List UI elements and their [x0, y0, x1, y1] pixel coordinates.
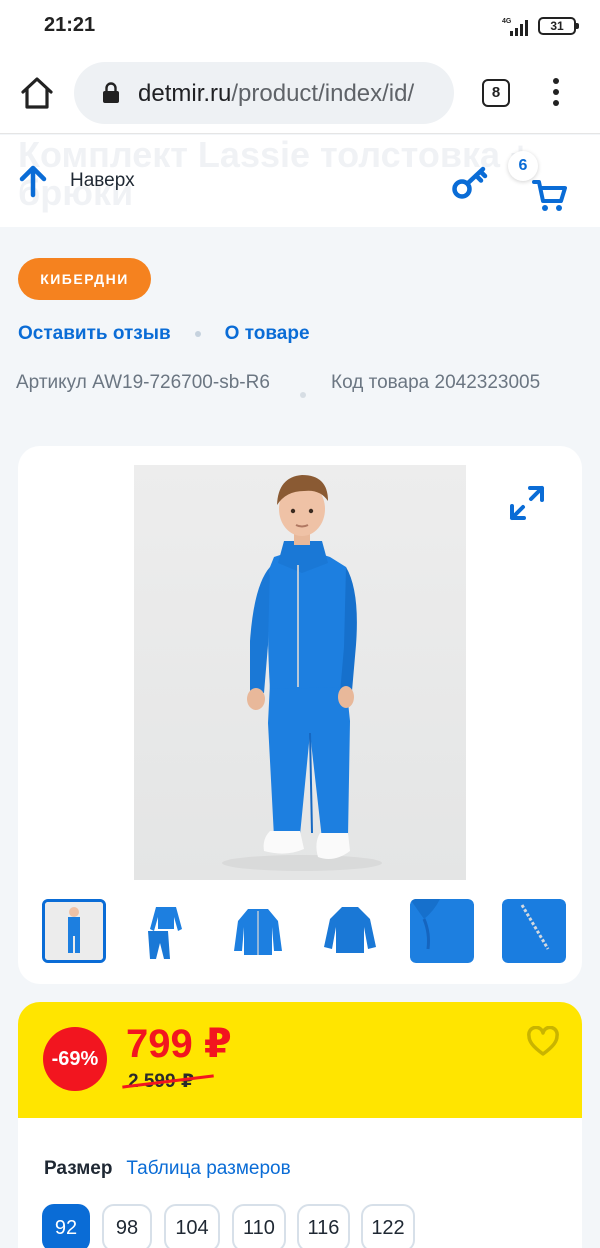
browser-toolbar: detmir.ru/product/index/id/ 8	[0, 52, 600, 134]
home-icon[interactable]	[18, 74, 56, 112]
thumbnail-image	[148, 907, 182, 959]
size-header: Размер Таблица размеров	[44, 1158, 291, 1180]
url-host: detmir.ru	[138, 80, 232, 107]
product-actions: Оставить отзыв О товаре	[18, 322, 310, 346]
thumbnail-4[interactable]	[318, 899, 382, 963]
scroll-to-top-button[interactable]: Наверх	[18, 163, 135, 199]
url-path: /product/index/id/	[231, 80, 415, 107]
article-number: Артикул AW19-726700-sb-R6	[16, 372, 270, 393]
discount-badge: -69%	[43, 1027, 107, 1091]
product-gallery	[18, 446, 582, 984]
thumbnail-image	[234, 909, 282, 955]
address-bar[interactable]: detmir.ru/product/index/id/	[74, 62, 454, 124]
battery-icon: 31	[538, 17, 579, 35]
lock-icon	[103, 82, 119, 103]
size-option[interactable]: 110	[232, 1204, 286, 1248]
size-title: Размер	[44, 1158, 113, 1179]
size-option[interactable]: 98	[102, 1204, 152, 1248]
sticky-header: Комплект Lassie толстовка + брюки Наверх…	[0, 135, 600, 227]
separator-dot	[194, 331, 201, 337]
thumbnail-1[interactable]	[42, 899, 106, 963]
current-price: 799 ₽	[126, 1022, 232, 1066]
size-option[interactable]: 116	[297, 1204, 350, 1248]
about-product-link[interactable]: О товаре	[225, 323, 310, 345]
thumbnail-image	[324, 907, 376, 953]
key-icon[interactable]	[450, 165, 490, 201]
size-chart-link[interactable]: Таблица размеров	[126, 1158, 290, 1180]
status-bar: 21:21 4G 31	[0, 0, 600, 52]
price-block: -69% 799 ₽ 2 599 ₽	[18, 1002, 582, 1118]
cart-icon	[532, 180, 567, 211]
thumbnail-3[interactable]	[226, 899, 290, 963]
arrow-up-icon	[19, 165, 47, 198]
size-option[interactable]: 104	[164, 1204, 220, 1248]
thumbnail-2[interactable]	[134, 899, 198, 963]
separator-dot	[300, 392, 306, 398]
promo-badge[interactable]: КИБЕРДНИ	[18, 258, 151, 300]
svg-text:4G: 4G	[502, 18, 512, 25]
signal-icon: 4G	[502, 18, 528, 36]
thumbnail-image	[410, 899, 474, 963]
fullscreen-icon[interactable]	[508, 484, 546, 522]
tab-switcher-button[interactable]: 8	[482, 79, 510, 107]
status-time: 21:21	[44, 14, 96, 36]
size-option[interactable]: 92	[42, 1204, 90, 1248]
thumbnail-6[interactable]	[502, 899, 566, 963]
child-in-tracksuit-illustration	[134, 465, 466, 880]
cart-count-badge: 6	[508, 151, 538, 181]
url-text: detmir.ru/product/index/id/	[138, 80, 414, 108]
more-menu-icon[interactable]	[548, 78, 564, 110]
size-selector: Размер Таблица размеров 92 98 104 110 11…	[18, 1118, 582, 1248]
product-main-photo[interactable]	[134, 465, 466, 880]
heart-icon[interactable]	[526, 1026, 560, 1058]
thumbnail-strip	[42, 899, 572, 965]
size-option[interactable]: 122	[361, 1204, 415, 1248]
write-review-link[interactable]: Оставить отзыв	[18, 323, 171, 345]
scroll-to-top-label: Наверх	[70, 170, 135, 191]
thumbnail-5[interactable]	[410, 899, 474, 963]
cart-button[interactable]: 6	[504, 151, 570, 221]
thumbnail-image	[502, 899, 566, 963]
thumbnail-image	[45, 902, 103, 960]
product-code: Код товара 2042323005	[331, 372, 541, 393]
